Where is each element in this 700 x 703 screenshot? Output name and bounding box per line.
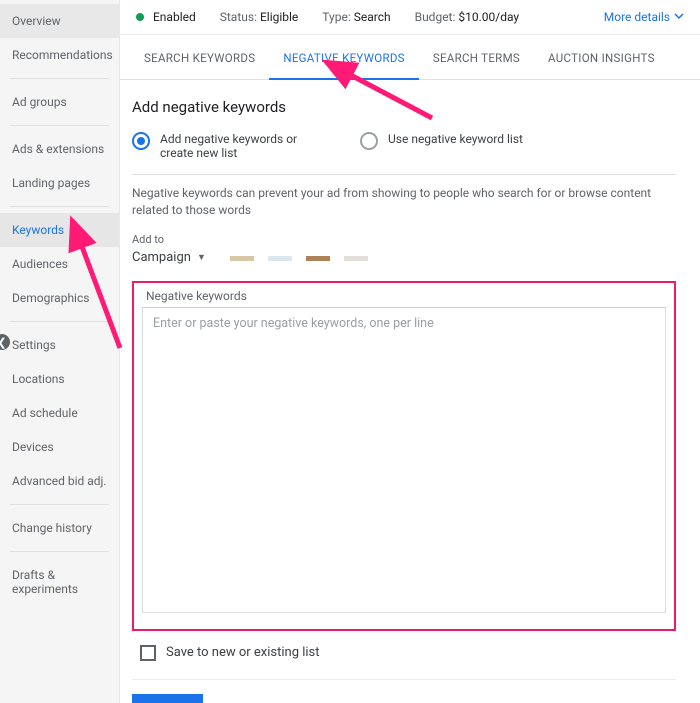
swatch xyxy=(230,256,254,261)
campaign-status: Status: Eligible xyxy=(220,10,299,24)
helper-text: Negative keywords can prevent your ad fr… xyxy=(132,185,676,219)
save-to-list-label: Save to new or existing list xyxy=(166,645,320,660)
addto-dropdown[interactable]: Campaign ▼ xyxy=(132,250,206,265)
sidebar-item-settings[interactable]: Settings xyxy=(0,328,119,362)
sidebar-item-landing-pages[interactable]: Landing pages xyxy=(0,166,119,200)
sidebar-item-ads-extensions[interactable]: Ads & extensions xyxy=(0,132,119,166)
campaign-type: Type: Search xyxy=(322,10,390,24)
radio-add-keywords[interactable]: Add negative keywords or create new list xyxy=(132,132,332,160)
sidebar-item-demographics[interactable]: Demographics xyxy=(0,281,119,315)
main: Enabled Status: Eligible Type: Search Bu… xyxy=(120,0,700,703)
swatch xyxy=(344,256,368,261)
chevron-down-icon xyxy=(674,10,684,24)
negative-keywords-input[interactable] xyxy=(142,307,666,613)
tab-auction-insights[interactable]: AUCTION INSIGHTS xyxy=(534,35,669,79)
field-label: Negative keywords xyxy=(146,289,666,303)
swatch xyxy=(268,256,292,261)
addto-label: Add to xyxy=(132,233,206,246)
save-button[interactable]: SAVE xyxy=(132,694,203,703)
sidebar: Overview Recommendations Ad groups Ads &… xyxy=(0,0,120,703)
swatch xyxy=(306,256,330,261)
divider xyxy=(10,551,109,552)
divider xyxy=(10,504,109,505)
more-details-link[interactable]: More details xyxy=(604,10,684,24)
action-bar: SAVE CANCEL xyxy=(132,679,676,703)
radio-use-list[interactable]: Use negative keyword list xyxy=(360,132,523,150)
tab-search-terms[interactable]: SEARCH TERMS xyxy=(419,35,534,79)
radio-icon xyxy=(360,132,378,150)
sidebar-item-drafts-experiments[interactable]: Drafts & experiments xyxy=(0,558,119,606)
color-strip xyxy=(230,256,368,261)
campaign-budget: Budget: $10.00/day xyxy=(415,10,520,24)
divider xyxy=(10,78,109,79)
sidebar-item-ad-schedule[interactable]: Ad schedule xyxy=(0,396,119,430)
content: Add negative keywords Add negative keywo… xyxy=(120,80,700,703)
save-to-list-checkbox[interactable] xyxy=(140,645,156,661)
sidebar-item-locations[interactable]: Locations xyxy=(0,362,119,396)
sidebar-item-change-history[interactable]: Change history xyxy=(0,511,119,545)
keyword-tabs: SEARCH KEYWORDS NEGATIVE KEYWORDS SEARCH… xyxy=(120,35,700,80)
tab-search-keywords[interactable]: SEARCH KEYWORDS xyxy=(130,35,269,79)
sidebar-item-audiences[interactable]: Audiences xyxy=(0,247,119,281)
sidebar-item-advanced-bid[interactable]: Advanced bid adj. xyxy=(0,464,119,498)
tab-negative-keywords[interactable]: NEGATIVE KEYWORDS xyxy=(269,35,418,79)
campaign-status-bar: Enabled Status: Eligible Type: Search Bu… xyxy=(120,0,700,35)
dropdown-caret-icon: ▼ xyxy=(197,252,206,263)
divider xyxy=(10,206,109,207)
divider xyxy=(10,125,109,126)
campaign-enabled[interactable]: Enabled xyxy=(136,10,196,24)
negative-keyword-mode: Add negative keywords or create new list… xyxy=(132,132,676,175)
page-title: Add negative keywords xyxy=(132,98,676,116)
sidebar-item-devices[interactable]: Devices xyxy=(0,430,119,464)
status-dot-icon xyxy=(136,13,144,21)
sidebar-item-ad-groups[interactable]: Ad groups xyxy=(0,85,119,119)
sidebar-item-overview[interactable]: Overview xyxy=(0,4,119,38)
sidebar-item-recommendations[interactable]: Recommendations xyxy=(0,38,119,72)
sidebar-item-keywords[interactable]: Keywords xyxy=(0,213,119,247)
divider xyxy=(10,321,109,322)
negative-keywords-card: Negative keywords xyxy=(132,281,676,631)
radio-icon xyxy=(132,132,150,150)
